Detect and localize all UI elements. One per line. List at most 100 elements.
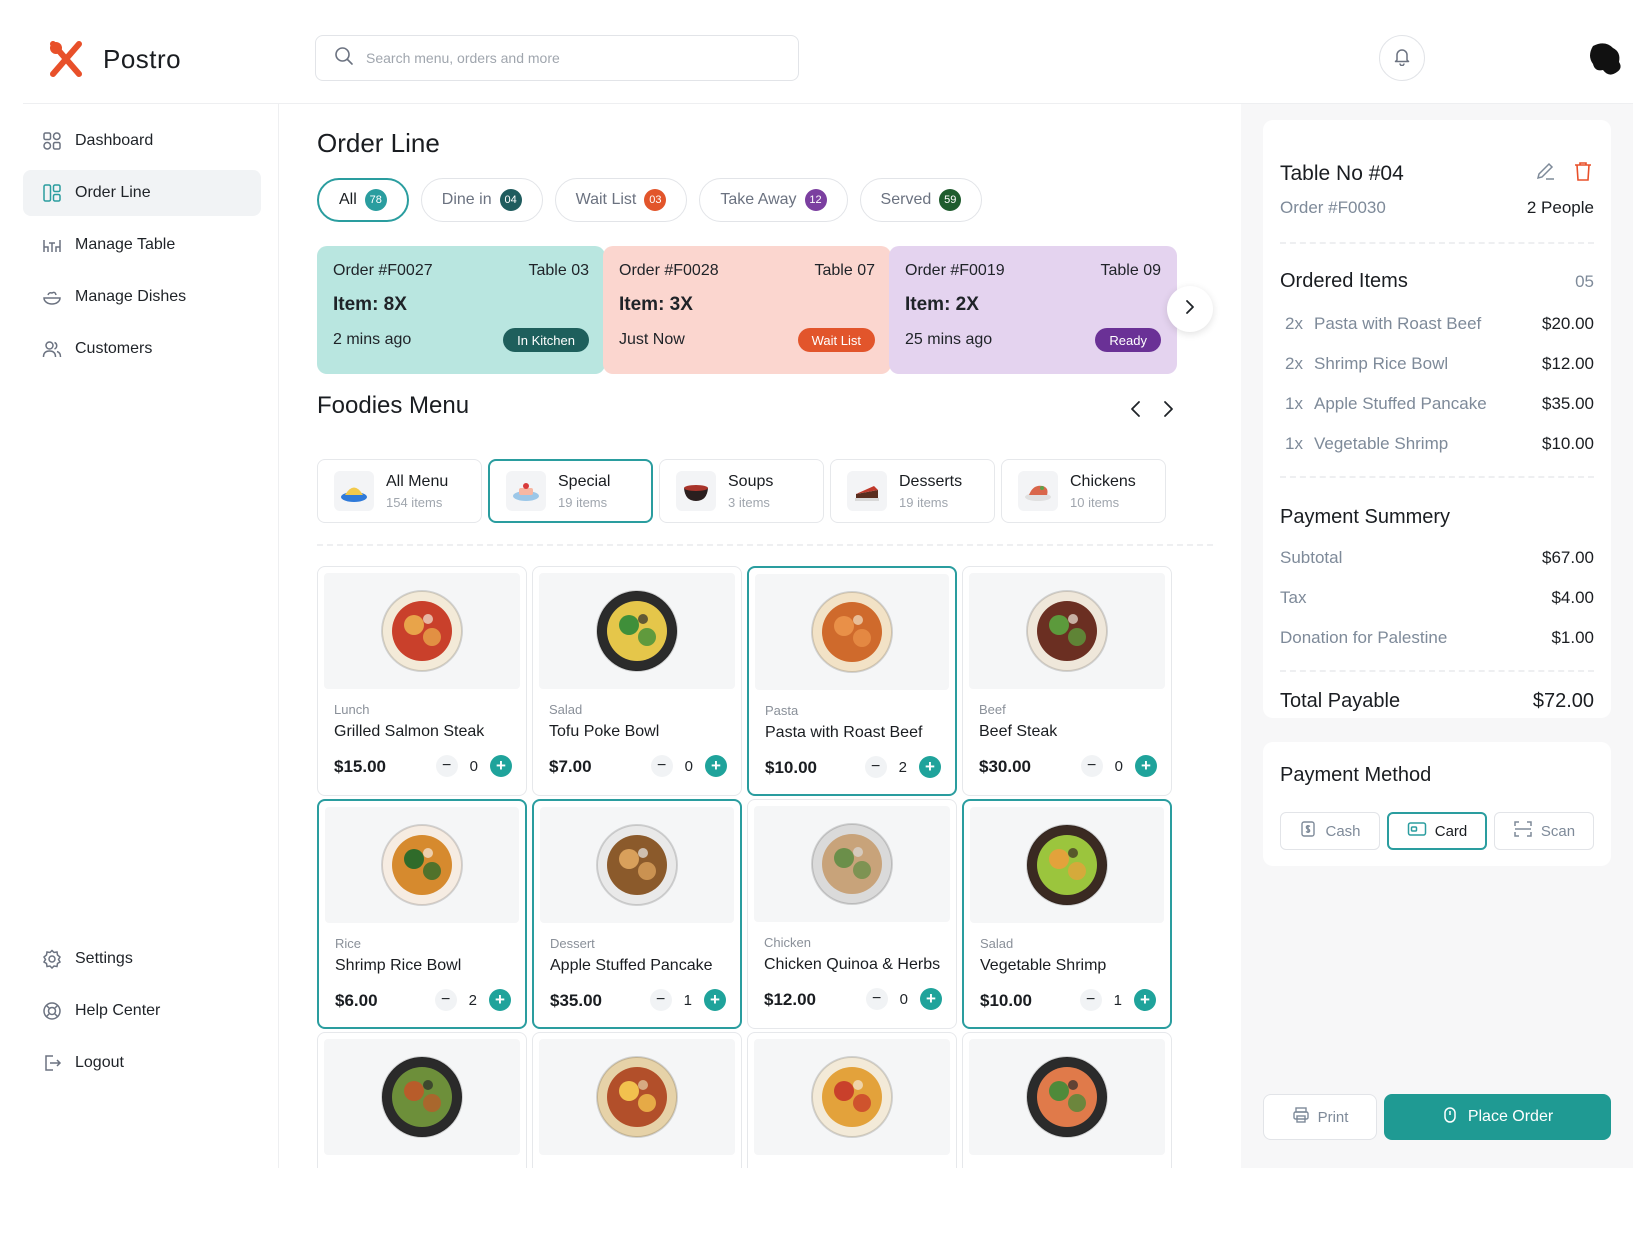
item-price: $12.00 [1542, 354, 1594, 373]
app-name: Postro [103, 43, 182, 74]
dish-card[interactable] [532, 1032, 742, 1168]
order-line-icon [41, 182, 63, 204]
divider [317, 544, 1213, 546]
dessert-icon [847, 471, 887, 511]
tab-wait-list[interactable]: Wait List 03 [554, 178, 688, 222]
dish-photo [754, 1039, 950, 1155]
avatar[interactable] [1583, 38, 1627, 82]
plus-icon[interactable]: + [489, 989, 511, 1011]
dish-card[interactable]: Salad Vegetable Shrimp $10.00 −1 + [962, 799, 1172, 1029]
dish-card[interactable]: Lunch Grilled Salmon Steak $15.00 −0 + [317, 566, 527, 796]
summary-row: Donation for Palestine $1.00 [1280, 628, 1594, 648]
sidebar-item-customers[interactable]: Customers [23, 326, 261, 372]
dish-photo [540, 807, 734, 923]
summary-label: Tax [1280, 588, 1307, 607]
food-plate-image [811, 591, 893, 673]
payment-method-title: Payment Method [1280, 764, 1432, 786]
summary-row: Tax $4.00 [1280, 588, 1594, 608]
sidebar-item-label: Manage Dishes [75, 288, 187, 305]
dish-card[interactable]: Beef Beef Steak $30.00 −0 + [962, 566, 1172, 796]
status-badge: Ready [1095, 328, 1161, 352]
minus-icon[interactable]: − [1080, 755, 1103, 777]
quantity-stepper: −0 + [650, 755, 727, 777]
dish-category: Beef [979, 702, 1006, 717]
dish-card[interactable] [747, 1032, 957, 1168]
menu-pager [1129, 400, 1175, 423]
payment-card-button[interactable]: Card [1387, 812, 1487, 850]
quantity-stepper: −2 + [434, 989, 511, 1011]
category-soups[interactable]: Soups 3 items [659, 459, 824, 523]
search-bar[interactable] [315, 35, 799, 81]
minus-icon[interactable]: − [435, 755, 458, 777]
minus-icon[interactable]: − [1079, 989, 1102, 1011]
plus-icon[interactable]: + [919, 756, 941, 778]
category-all-menu[interactable]: All Menu 154 items [317, 459, 482, 523]
dish-card[interactable]: Pasta Pasta with Roast Beef $10.00 −2 + [747, 566, 957, 796]
quantity-value: 1 [683, 991, 692, 1009]
payment-scan-button[interactable]: Scan [1494, 812, 1594, 850]
quantity-stepper: −0 + [865, 988, 942, 1010]
minus-icon[interactable]: − [864, 756, 887, 778]
dish-card[interactable] [962, 1032, 1172, 1168]
dish-name: Tofu Poke Bowl [549, 723, 660, 740]
notification-button[interactable] [1379, 35, 1425, 81]
bell-icon [1392, 46, 1412, 71]
ordered-item: 2x Shrimp Rice Bowl $12.00 [1280, 354, 1594, 374]
sidebar-item-dashboard[interactable]: Dashboard [23, 118, 261, 164]
tab-dine-in[interactable]: Dine in 04 [420, 178, 543, 222]
quantity-stepper: −1 + [1079, 989, 1156, 1011]
dish-category: Dessert [550, 936, 595, 951]
minus-icon[interactable]: − [650, 755, 673, 777]
chevron-left-icon[interactable] [1129, 400, 1143, 423]
dish-card[interactable]: Rice Shrimp Rice Bowl $6.00 −2 + [317, 799, 527, 1029]
dish-card[interactable]: Salad Tofu Poke Bowl $7.00 −0 + [532, 566, 742, 796]
chevron-right-icon[interactable] [1161, 400, 1175, 423]
plus-icon[interactable]: + [704, 989, 726, 1011]
sidebar-item-manage-dishes[interactable]: Manage Dishes [23, 274, 261, 320]
logo[interactable]: Postro [47, 40, 181, 78]
sidebar-item-help-center[interactable]: Help Center [23, 988, 261, 1034]
ordered-item: 2x Pasta with Roast Beef $20.00 [1280, 314, 1594, 334]
item-price: $35.00 [1542, 394, 1594, 413]
minus-icon[interactable]: − [649, 989, 672, 1011]
sidebar-item-manage-table[interactable]: Manage Table [23, 222, 261, 268]
minus-icon[interactable]: − [434, 989, 457, 1011]
plus-icon[interactable]: + [920, 988, 942, 1010]
search-input[interactable] [366, 50, 766, 66]
payment-cash-button[interactable]: Cash [1280, 812, 1380, 850]
plus-icon[interactable]: + [1134, 989, 1156, 1011]
search-icon [334, 46, 354, 71]
orders-next-button[interactable] [1167, 286, 1213, 332]
tab-take-away[interactable]: Take Away 12 [699, 178, 848, 222]
dish-category: Salad [980, 936, 1014, 951]
order-card[interactable]: Order #F0027 Table 03 Item: 8X 2 mins ag… [317, 246, 605, 374]
place-order-button[interactable]: Place Order [1384, 1094, 1611, 1140]
quantity-stepper: −2 + [864, 756, 941, 778]
tab-served[interactable]: Served 59 [859, 178, 983, 222]
category-name: Special [558, 472, 611, 490]
sidebar-item-order-line[interactable]: Order Line [23, 170, 261, 216]
edit-icon[interactable] [1534, 160, 1556, 187]
food-plate-image [381, 1056, 463, 1138]
quantity-stepper: −0 + [435, 755, 512, 777]
category-desserts[interactable]: Desserts 19 items [830, 459, 995, 523]
sidebar-item-logout[interactable]: Logout [23, 1040, 261, 1086]
delete-icon[interactable] [1572, 160, 1594, 187]
dish-card[interactable]: Dessert Apple Stuffed Pancake $35.00 −1 + [532, 799, 742, 1029]
sidebar-item-settings[interactable]: Settings [23, 936, 261, 982]
table-icon [41, 234, 63, 256]
minus-icon[interactable]: − [865, 988, 888, 1010]
category-chickens[interactable]: Chickens 10 items [1001, 459, 1166, 523]
dish-card[interactable]: Chicken Chicken Quinoa & Herbs $12.00 −0 + [747, 799, 957, 1029]
scan-icon [1513, 819, 1533, 843]
order-card[interactable]: Order #F0019 Table 09 Item: 2X 25 mins a… [889, 246, 1177, 374]
order-card[interactable]: Order #F0028 Table 07 Item: 3X Just Now … [603, 246, 891, 374]
quantity-value: 0 [469, 757, 478, 775]
plus-icon[interactable]: + [705, 755, 727, 777]
plus-icon[interactable]: + [1135, 755, 1157, 777]
dish-card[interactable] [317, 1032, 527, 1168]
tab-all[interactable]: All 78 [317, 178, 409, 222]
plus-icon[interactable]: + [490, 755, 512, 777]
category-special[interactable]: Special 19 items [488, 459, 653, 523]
print-button[interactable]: Print [1263, 1094, 1377, 1140]
